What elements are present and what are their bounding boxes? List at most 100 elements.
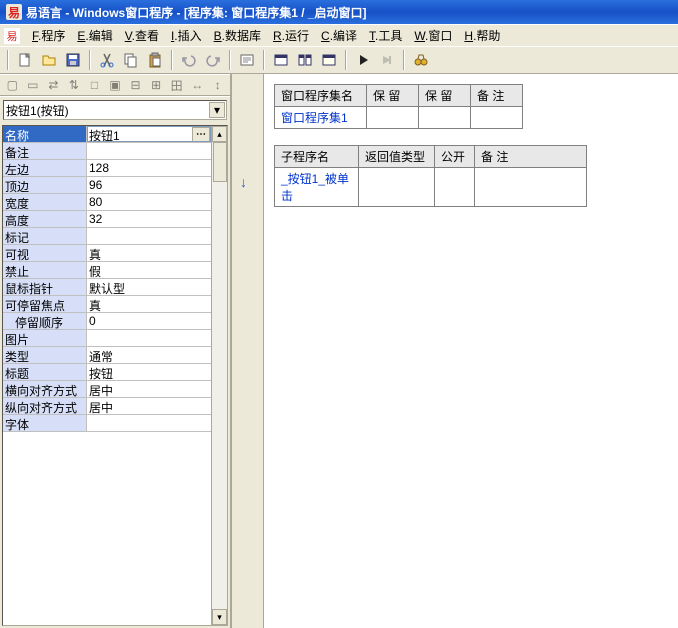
ellipsis-button[interactable]: ⋯ [192, 127, 210, 142]
ltb-icon: ▭ [25, 76, 42, 94]
property-value[interactable]: 假 [87, 262, 211, 278]
col-header: 保 留 [419, 85, 471, 107]
property-row[interactable]: 宽度80 [3, 194, 211, 211]
col-header: 公开 [435, 146, 475, 168]
menu-help[interactable]: H.帮助 [458, 25, 506, 46]
property-row[interactable]: 类型通常 [3, 347, 211, 364]
chevron-down-icon[interactable]: ▾ [209, 102, 225, 118]
new-icon[interactable] [14, 49, 36, 71]
property-row[interactable]: 高度32 [3, 211, 211, 228]
property-row[interactable]: 左边128 [3, 160, 211, 177]
property-value[interactable]: 按钮 [87, 364, 211, 380]
property-row[interactable]: 禁止假 [3, 262, 211, 279]
scrollbar-vertical[interactable]: ▴ ▾ [211, 126, 227, 625]
property-value[interactable]: 居中 [87, 381, 211, 397]
property-value[interactable] [87, 415, 211, 431]
scroll-down-icon[interactable]: ▾ [212, 609, 227, 625]
menu-window[interactable]: W.窗口 [408, 25, 458, 46]
property-label: 字体 [3, 415, 87, 431]
ltb-icon: ⇄ [45, 76, 62, 94]
menu-insert[interactable]: I.插入 [165, 25, 208, 46]
scroll-up-icon[interactable]: ▴ [212, 126, 227, 142]
object-combo[interactable]: 按钮1(按钮) ▾ [3, 100, 227, 120]
property-row[interactable]: 字体 [3, 415, 211, 432]
binoculars-icon[interactable] [410, 49, 432, 71]
col-header: 备 注 [471, 85, 523, 107]
property-value[interactable] [87, 143, 211, 159]
property-row[interactable]: 可停留焦点真 [3, 296, 211, 313]
copy-icon[interactable] [120, 49, 142, 71]
property-label: 横向对齐方式 [3, 381, 87, 397]
open-icon[interactable] [38, 49, 60, 71]
property-label: 图片 [3, 330, 87, 346]
scroll-thumb[interactable] [213, 142, 227, 182]
property-row[interactable]: 标记 [3, 228, 211, 245]
property-value[interactable] [87, 228, 211, 244]
save-icon[interactable] [62, 49, 84, 71]
code-editor[interactable]: 窗口程序集名 保 留 保 留 备 注 窗口程序集1 子程序名 返回值类型 公开 [264, 74, 678, 628]
property-value[interactable]: 真 [87, 296, 211, 312]
ltb-icon: ▣ [107, 76, 124, 94]
property-label: 标记 [3, 228, 87, 244]
undo-icon[interactable] [178, 49, 200, 71]
property-value[interactable]: 96 [87, 177, 211, 193]
property-value[interactable]: 0 [87, 313, 211, 329]
run-icon[interactable] [352, 49, 374, 71]
property-value[interactable]: 32 [87, 211, 211, 227]
ltb-icon: ⊟ [127, 76, 144, 94]
property-value[interactable]: 通常 [87, 347, 211, 363]
app-menu-icon[interactable]: 易 [4, 28, 20, 44]
property-row[interactable]: 鼠标指针默认型 [3, 279, 211, 296]
property-row[interactable]: 名称按钮1⋯ [3, 126, 211, 143]
col-header: 子程序名 [275, 146, 359, 168]
menu-program[interactable]: F.程序 [26, 25, 71, 46]
cut-icon[interactable] [96, 49, 118, 71]
property-row[interactable]: 停留顺序0 [3, 313, 211, 330]
property-label: 禁止 [3, 262, 87, 278]
toolbar-main [0, 46, 678, 74]
layout2-icon[interactable] [294, 49, 316, 71]
menubar: 易 F.程序 E.编辑 V.查看 I.插入 B.数据库 R.运行 C.编译 T.… [0, 24, 678, 46]
property-value[interactable]: 128 [87, 160, 211, 176]
find-icon[interactable] [236, 49, 258, 71]
table-row[interactable]: _按钮1_被单击 [275, 168, 587, 207]
col-header: 备 注 [475, 146, 587, 168]
property-row[interactable]: 备注 [3, 143, 211, 160]
property-label: 顶边 [3, 177, 87, 193]
titlebar[interactable]: 易 易语言 - Windows窗口程序 - [程序集: 窗口程序集1 / _启动… [0, 0, 678, 24]
property-row[interactable]: 顶边96 [3, 177, 211, 194]
property-row[interactable]: 可视真 [3, 245, 211, 262]
ltb-icon: ⊞ [148, 76, 165, 94]
redo-icon[interactable] [202, 49, 224, 71]
property-row[interactable]: 纵向对齐方式居中 [3, 398, 211, 415]
col-header: 返回值类型 [359, 146, 435, 168]
property-value[interactable]: 默认型 [87, 279, 211, 295]
ltb-icon: ↔ [189, 76, 206, 94]
property-value[interactable]: 真 [87, 245, 211, 261]
layout1-icon[interactable] [270, 49, 292, 71]
property-grid[interactable]: 名称按钮1⋯备注左边128顶边96宽度80高度32标记可视真禁止假鼠标指针默认型… [3, 126, 211, 625]
menu-edit[interactable]: E.编辑 [71, 25, 118, 46]
property-value[interactable] [87, 330, 211, 346]
property-value[interactable]: 居中 [87, 398, 211, 414]
property-row[interactable]: 标题按钮 [3, 364, 211, 381]
menu-run[interactable]: R.运行 [267, 25, 315, 46]
menu-database[interactable]: B.数据库 [208, 25, 267, 46]
pause-icon[interactable] [376, 49, 398, 71]
property-row[interactable]: 图片 [3, 330, 211, 347]
window-panel-icon[interactable] [318, 49, 340, 71]
property-label: 停留顺序 [3, 313, 87, 329]
menu-compile[interactable]: C.编译 [315, 25, 363, 46]
table-row[interactable]: 窗口程序集1 [275, 107, 523, 129]
property-row[interactable]: 横向对齐方式居中 [3, 381, 211, 398]
menu-view[interactable]: V.查看 [119, 25, 165, 46]
property-value[interactable]: 按钮1⋯ [87, 126, 211, 142]
ltb-icon: 田 [168, 76, 185, 94]
module-name-cell[interactable]: 窗口程序集1 [275, 107, 367, 129]
property-value[interactable]: 80 [87, 194, 211, 210]
code-gutter: ↓ [232, 74, 264, 628]
paste-icon[interactable] [144, 49, 166, 71]
sub-name-cell[interactable]: _按钮1_被单击 [275, 168, 359, 207]
menu-tools[interactable]: T.工具 [363, 25, 408, 46]
property-label: 备注 [3, 143, 87, 159]
